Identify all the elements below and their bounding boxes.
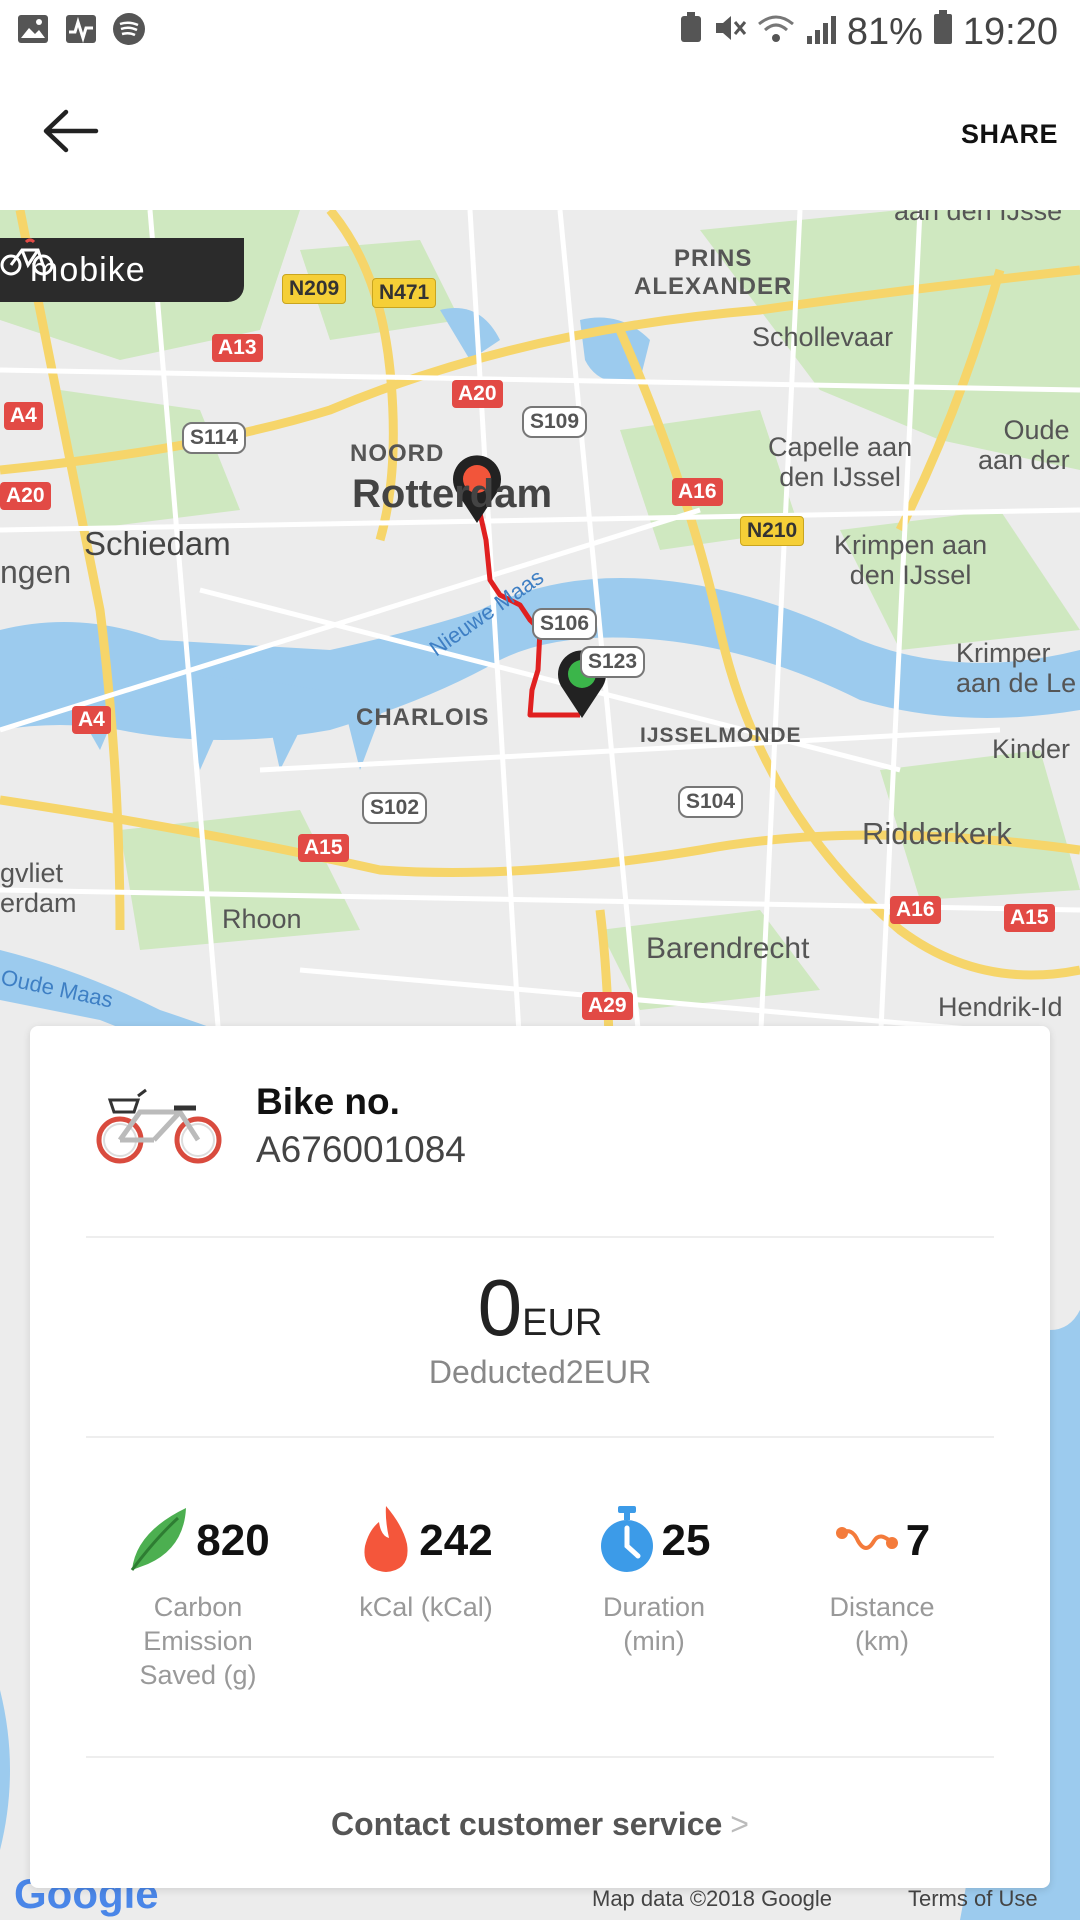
app-bar: SHARE bbox=[0, 64, 1080, 210]
road-shield: A15 bbox=[1004, 904, 1055, 932]
road-shield: S123 bbox=[580, 646, 646, 678]
system-status: 81% 19:20 bbox=[679, 10, 1058, 54]
terms-link[interactable]: Terms of Use bbox=[908, 1886, 1038, 1912]
divider bbox=[86, 1756, 994, 1758]
map-label: Krimpen aan den IJssel bbox=[834, 530, 988, 590]
contact-customer-service-button[interactable]: Contact customer service > bbox=[30, 1806, 1050, 1843]
stat-label: Carbon Emission Saved (g) bbox=[139, 1592, 257, 1690]
stat-value: 25 bbox=[661, 1516, 711, 1565]
road-shield: S109 bbox=[522, 406, 588, 438]
stat-kcal: 242 kCal (kCal) bbox=[312, 1504, 540, 1624]
bike-title: Bike no. bbox=[256, 1081, 400, 1122]
map-label: Hendrik-Id bbox=[938, 992, 1063, 1022]
flame-icon bbox=[359, 1504, 413, 1579]
stat-label: kCal (kCal) bbox=[359, 1592, 493, 1622]
mobike-logo: mobike bbox=[0, 238, 244, 302]
back-arrow-icon[interactable] bbox=[40, 106, 110, 166]
map-label: Ridderkerk bbox=[862, 816, 1012, 851]
road-shield: A4 bbox=[72, 706, 111, 734]
map-label: Capelle aan den IJssel bbox=[768, 432, 913, 492]
map-label: Schiedam bbox=[84, 525, 231, 562]
bicycle-icon bbox=[94, 1082, 224, 1172]
chevron-right-icon: > bbox=[730, 1806, 749, 1842]
fare-total: 0EUR bbox=[30, 1262, 1050, 1354]
battery-icon bbox=[933, 10, 953, 54]
map-label: CHARLOIS bbox=[356, 704, 490, 731]
health-icon bbox=[64, 12, 98, 46]
wifi-icon bbox=[757, 11, 795, 54]
leaf-icon bbox=[126, 1504, 190, 1579]
road-shield: S114 bbox=[182, 422, 246, 454]
road-shield: N209 bbox=[282, 274, 347, 304]
divider bbox=[86, 1436, 994, 1438]
stat-distance: 7 Distance (km) bbox=[768, 1506, 996, 1658]
map-label: Oude aan der bbox=[978, 415, 1070, 475]
stat-value: 7 bbox=[905, 1516, 931, 1565]
road-shield: N210 bbox=[740, 516, 805, 546]
map-label: ngen bbox=[0, 554, 72, 590]
stat-value: 242 bbox=[419, 1516, 493, 1565]
gallery-icon bbox=[16, 12, 50, 46]
clock: 19:20 bbox=[962, 10, 1058, 53]
status-bar: 81% 19:20 bbox=[0, 0, 1080, 64]
road-shield: S102 bbox=[362, 792, 428, 824]
road-shield: A15 bbox=[298, 834, 349, 862]
map-attribution: Map data ©2018 Google bbox=[592, 1886, 833, 1911]
map-label: Rotterdam bbox=[352, 472, 553, 516]
share-button[interactable]: SHARE bbox=[961, 119, 1058, 150]
deducted-amount: Deducted2EUR bbox=[428, 1354, 652, 1390]
ride-summary-card: Bike no. A676001084 0EUR Deducted2EUR 82… bbox=[30, 1026, 1050, 1888]
map-label: PRINS ALEXANDER bbox=[634, 245, 793, 300]
mute-icon bbox=[713, 11, 747, 54]
notification-icons bbox=[16, 12, 146, 46]
road-shield: S106 bbox=[532, 608, 598, 640]
stat-carbon: 820 Carbon Emission Saved (g) bbox=[84, 1506, 312, 1692]
road-shield: A13 bbox=[212, 334, 263, 362]
fare-currency: EUR bbox=[522, 1302, 603, 1344]
map-label: gvliet erdam bbox=[0, 858, 77, 918]
divider bbox=[86, 1236, 994, 1238]
map-label: aan den IJsse bbox=[894, 210, 1063, 226]
stat-duration: 25 Duration (min) bbox=[540, 1504, 768, 1658]
spotify-icon bbox=[112, 12, 146, 46]
battery-percent: 81% bbox=[846, 10, 923, 53]
road-shield: A20 bbox=[0, 482, 51, 510]
stat-label: Duration (min) bbox=[602, 1592, 706, 1656]
battery-saver-icon bbox=[679, 11, 703, 54]
map-label: Schollevaar bbox=[752, 322, 894, 352]
road-shield: N471 bbox=[372, 278, 437, 308]
road-shield: A4 bbox=[4, 402, 43, 430]
bike-number: A676001084 bbox=[256, 1129, 466, 1170]
map-label: Krimper aan de Le bbox=[956, 638, 1077, 698]
contact-label: Contact customer service bbox=[331, 1806, 723, 1842]
route-icon bbox=[834, 1519, 900, 1564]
road-shield: A29 bbox=[582, 992, 633, 1020]
road-shield: S104 bbox=[678, 786, 744, 818]
fare-amount: 0 bbox=[477, 1263, 523, 1352]
signal-icon bbox=[805, 11, 837, 54]
map-label: IJSSELMONDE bbox=[640, 724, 802, 747]
road-shield: A20 bbox=[452, 380, 503, 408]
road-shield: A16 bbox=[890, 896, 941, 924]
map-label: Rhoon bbox=[222, 904, 302, 934]
map-label: Kinder bbox=[992, 734, 1071, 764]
stopwatch-icon bbox=[598, 1504, 656, 1579]
map-label: Barendrecht bbox=[646, 932, 810, 965]
stat-label: Distance (km) bbox=[829, 1592, 935, 1656]
road-shield: A16 bbox=[672, 478, 723, 506]
map-label: NOORD bbox=[350, 440, 445, 467]
stat-value: 820 bbox=[196, 1516, 270, 1565]
